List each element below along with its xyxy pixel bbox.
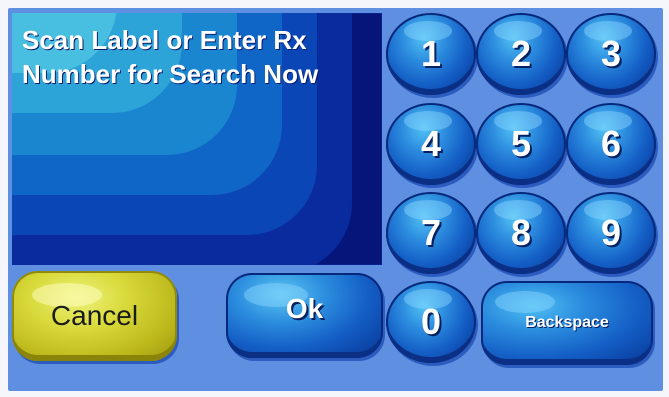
key-2[interactable]: 2 [476,13,566,95]
instruction-message: Scan Label or Enter Rx Number for Search… [22,25,319,89]
key-label: 9 [600,212,622,253]
key-3[interactable]: 3 [566,13,656,95]
key-0[interactable]: 0 [386,281,476,363]
key-1[interactable]: 1 [386,13,476,95]
key-9[interactable]: 9 [566,192,656,274]
search-screen: Scan Label or Enter Rx Number for Search… [0,0,669,397]
key-4[interactable]: 4 [386,103,476,185]
key-label: 8 [510,212,532,253]
key-label: 0 [420,301,442,342]
key-label: 6 [600,123,622,164]
key-label: 1 [420,33,442,74]
key-label: 5 [510,123,532,164]
cancel-label: Cancel [50,300,139,331]
backspace-button[interactable]: Backspace [481,281,653,365]
message-display: Scan Label or Enter Rx Number for Search… [12,13,382,265]
key-7[interactable]: 7 [386,192,476,274]
key-6[interactable]: 6 [566,103,656,185]
key-label: 2 [510,33,532,74]
key-label: 7 [420,212,442,253]
cancel-button[interactable]: Cancel [12,271,177,361]
ok-button[interactable]: Ok [226,273,383,358]
backspace-label: Backspace [525,314,609,331]
key-label: 3 [600,33,622,74]
key-label: 4 [420,123,442,164]
key-8[interactable]: 8 [476,192,566,274]
key-5[interactable]: 5 [476,103,566,185]
ok-label: Ok [285,292,324,324]
